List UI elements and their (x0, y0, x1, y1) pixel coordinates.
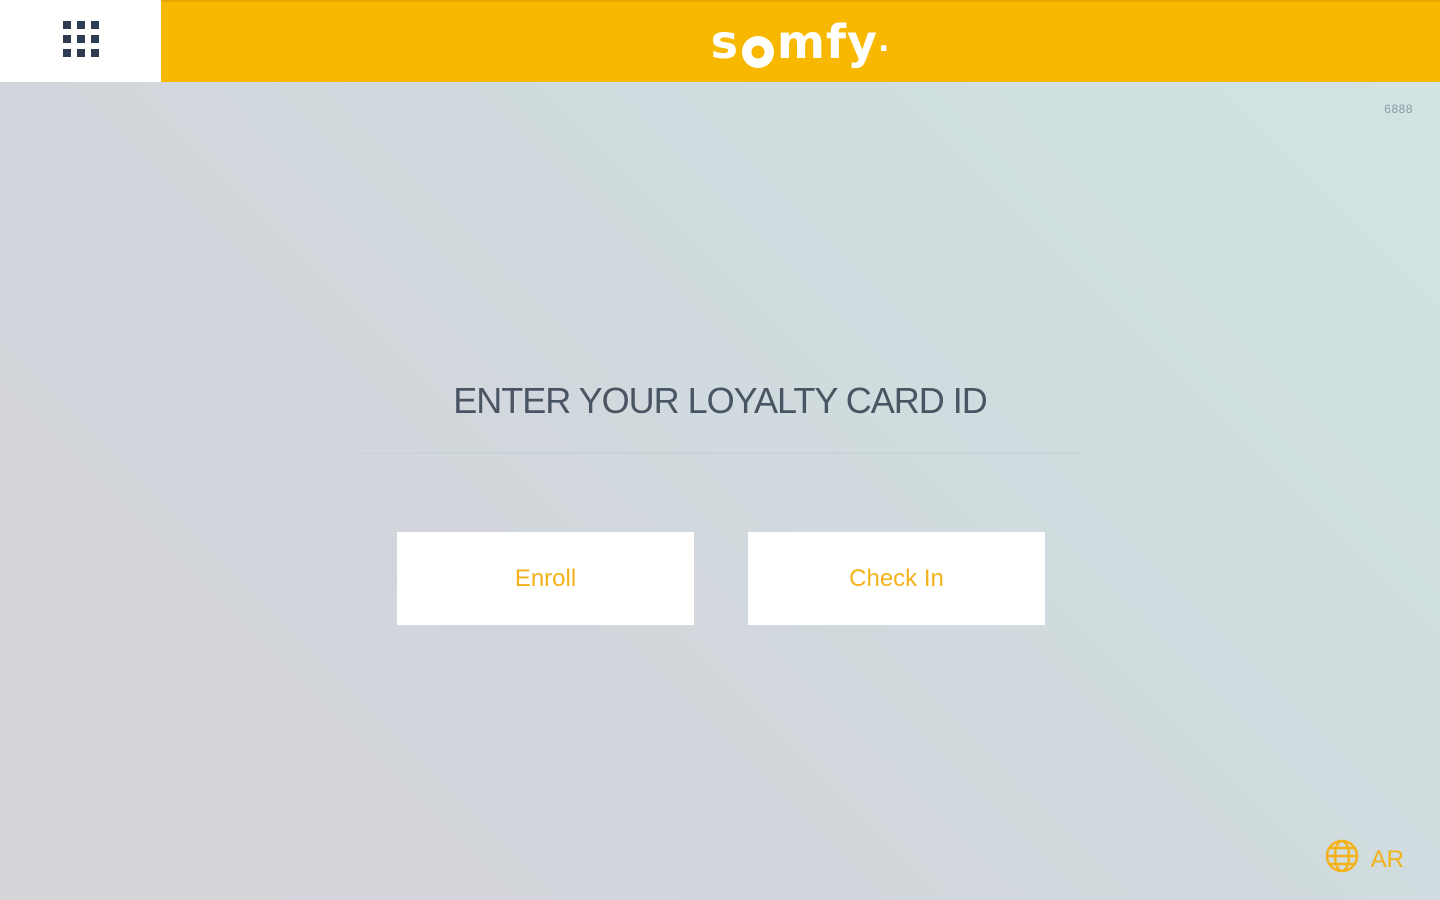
logo-text-end: mfy (777, 15, 878, 69)
language-label: AR (1370, 845, 1404, 873)
brand-bar: s mfy . (161, 0, 1440, 82)
somfy-logo: s mfy . (710, 15, 891, 69)
check-in-button[interactable]: Check In (748, 532, 1045, 625)
page-title: ENTER YOUR LOYALTY CARD ID (453, 380, 987, 421)
logo-dot: . (877, 24, 891, 59)
terminal-id: 6888 (1384, 102, 1413, 116)
top-bar: s mfy . (0, 0, 1440, 82)
app-menu-button[interactable] (0, 0, 161, 82)
loyalty-card-id-input[interactable] (360, 440, 1080, 454)
enroll-button[interactable]: Enroll (397, 532, 694, 625)
language-selector[interactable]: AR (1325, 839, 1404, 880)
logo-o-mark (742, 29, 775, 68)
grid-icon (62, 20, 100, 63)
globe-icon (1325, 839, 1359, 880)
logo-text-start: s (710, 15, 740, 69)
